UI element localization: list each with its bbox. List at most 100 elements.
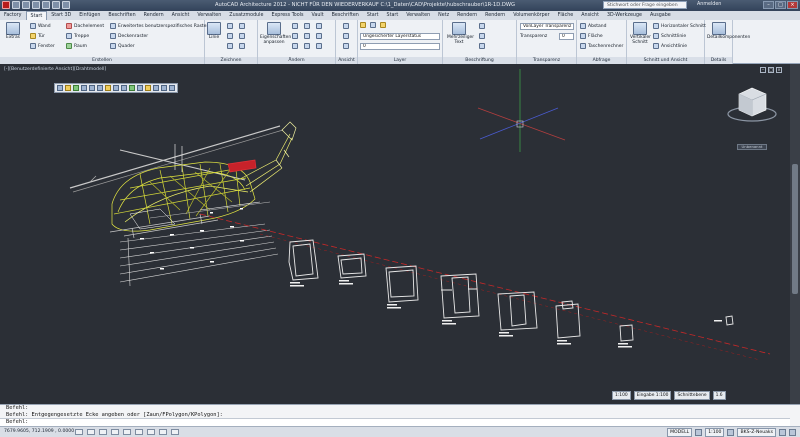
close-button[interactable]: × [787, 1, 798, 9]
tab-22[interactable]: Ausgabe [646, 11, 675, 20]
tab-13[interactable]: Start [383, 11, 403, 20]
maximize-button[interactable]: □ [775, 1, 786, 9]
toolbar-icon-11[interactable] [137, 85, 143, 91]
viewport-minimize-button[interactable]: – [760, 67, 766, 73]
polar-toggle[interactable] [111, 429, 119, 435]
dachelement-button[interactable]: Dachelement [66, 23, 104, 29]
search-input[interactable]: Stichwort oder Frage eingeben [603, 1, 687, 9]
layer-state-dropdown[interactable]: Ungesicherter Layerstatus [360, 33, 440, 40]
toolbar-icon-12[interactable] [145, 85, 151, 91]
tab-3[interactable]: Einfügen [75, 11, 104, 20]
viewport-close-button[interactable]: × [776, 67, 782, 73]
helicopter-model[interactable] [69, 121, 297, 239]
polyline-button[interactable] [227, 23, 233, 29]
leader-button[interactable] [479, 33, 485, 39]
flaeche-button[interactable]: Fläche [580, 33, 603, 39]
osnap-toggle[interactable] [123, 429, 131, 435]
copy-button[interactable] [292, 33, 298, 39]
abstand-button[interactable]: Abstand [580, 23, 607, 29]
tab-19[interactable]: Fläche [554, 11, 578, 20]
deckenraster-button[interactable]: Deckenraster [110, 33, 148, 39]
panel-title-abfrage[interactable]: Abfrage [577, 57, 626, 64]
panel-title-zeichnen[interactable]: Zeichnen [205, 57, 257, 64]
tab-12[interactable]: Start [363, 11, 383, 20]
treppe-button[interactable]: Treppe [66, 33, 89, 39]
tab-11[interactable]: Beschriften [328, 11, 363, 20]
display-configuration[interactable]: BKS-Z-Neuaks [737, 428, 776, 437]
panel-title-schnitt[interactable]: Schnitt und Ansicht [627, 57, 704, 64]
spline-button[interactable] [239, 43, 245, 49]
tab-10[interactable]: Vault [308, 11, 328, 20]
panel-title-ansicht[interactable]: Ansicht [336, 57, 357, 64]
fenster-button[interactable]: Fenster [30, 43, 55, 49]
ortho-toggle[interactable] [99, 429, 107, 435]
toolbar-icon-7[interactable] [105, 85, 111, 91]
fullscreen-icon[interactable] [789, 429, 796, 436]
cut-plane-value[interactable]: 1.6 [712, 391, 726, 400]
viewport-label[interactable]: [-][Benutzerdefinierte Ansicht][Drahtmod… [4, 67, 106, 72]
tab-7[interactable]: Verwalten [193, 11, 225, 20]
extras-button[interactable]: Extras [3, 22, 23, 40]
mtext-button[interactable]: Mehrzeiliger Text [447, 22, 474, 45]
tab-5[interactable]: Rendern [140, 11, 168, 20]
command-input[interactable]: Befehl: [0, 418, 790, 426]
ansichtlinie-button[interactable]: Ansichtlinie [653, 43, 687, 49]
toolbar-icon-13[interactable] [153, 85, 159, 91]
panel-title-beschriftung[interactable]: Beschriftung [443, 57, 516, 64]
workspace-icon[interactable] [727, 429, 735, 436]
tab-1[interactable]: Start [25, 11, 48, 20]
viewcube-ucs-menu[interactable]: Unbenannt [737, 144, 767, 150]
view-button-2[interactable] [343, 33, 349, 39]
tab-16[interactable]: Rendern [453, 11, 481, 20]
tab-2[interactable]: Start 3D [47, 11, 75, 20]
tab-8[interactable]: Zusatzmodule [225, 11, 267, 20]
quader-button[interactable]: Quader [110, 43, 135, 49]
annotation-scale[interactable]: 1:100 [705, 428, 725, 437]
rotate-button[interactable] [304, 23, 310, 29]
tuer-button[interactable]: Tür [30, 33, 45, 39]
panel-title-transparenz[interactable]: Transparenz [517, 57, 576, 64]
scale-button[interactable] [304, 43, 310, 49]
vertical-scrollbar[interactable] [790, 64, 800, 404]
trim-button[interactable] [316, 23, 322, 29]
view-button-1[interactable] [343, 23, 349, 29]
grid-button[interactable]: Erweitertes benutzerspezifisches Raster [110, 23, 208, 29]
circle-button[interactable] [239, 23, 245, 29]
dimension-button[interactable] [479, 23, 485, 29]
raum-button[interactable]: Raum [66, 43, 87, 49]
toolbar-icon-2[interactable] [65, 85, 71, 91]
panel-title-layer[interactable]: Layer [358, 57, 442, 64]
tab-0[interactable]: Factory [0, 11, 26, 20]
open-icon[interactable] [22, 1, 30, 9]
cut-plane-label[interactable]: Schnittebene [674, 391, 710, 400]
scrollbar-thumb[interactable] [792, 164, 798, 294]
current-layer-dropdown[interactable]: 0 [360, 43, 440, 50]
viewport-scale[interactable]: 1:100 [612, 391, 631, 400]
fillet-button[interactable] [316, 33, 322, 39]
arc-button[interactable] [227, 33, 233, 39]
move-button[interactable] [292, 23, 298, 29]
otrack-toggle[interactable] [135, 429, 143, 435]
undo-icon[interactable] [42, 1, 50, 9]
toolbar-icon-9[interactable] [121, 85, 127, 91]
lineweight-toggle[interactable] [171, 429, 179, 435]
minimize-button[interactable]: – [763, 1, 774, 9]
save-icon[interactable] [32, 1, 40, 9]
panel-title-erstellen[interactable]: Erstellen [0, 57, 204, 64]
tab-17[interactable]: Rendern [481, 11, 509, 20]
model-space-toggle[interactable]: MODELL [667, 428, 693, 437]
panel-title-aendern[interactable]: Ändern [258, 57, 335, 64]
rectangle-button[interactable] [239, 33, 245, 39]
table-button[interactable] [479, 43, 485, 49]
toolbar-icon-14[interactable] [161, 85, 167, 91]
view-button-3[interactable] [343, 43, 349, 49]
toolbar-icon-3[interactable] [73, 85, 79, 91]
snap-toggle[interactable] [75, 429, 83, 435]
redo-icon[interactable] [52, 1, 60, 9]
toolbar-icon-10[interactable] [129, 85, 135, 91]
transparency-value[interactable]: 0 [559, 33, 574, 40]
array-button[interactable] [316, 43, 322, 49]
layer-freeze-button[interactable] [370, 22, 376, 28]
viewport-restore-button[interactable]: □ [768, 67, 774, 73]
input-scale[interactable]: Eingabe 1:100 [633, 391, 672, 400]
